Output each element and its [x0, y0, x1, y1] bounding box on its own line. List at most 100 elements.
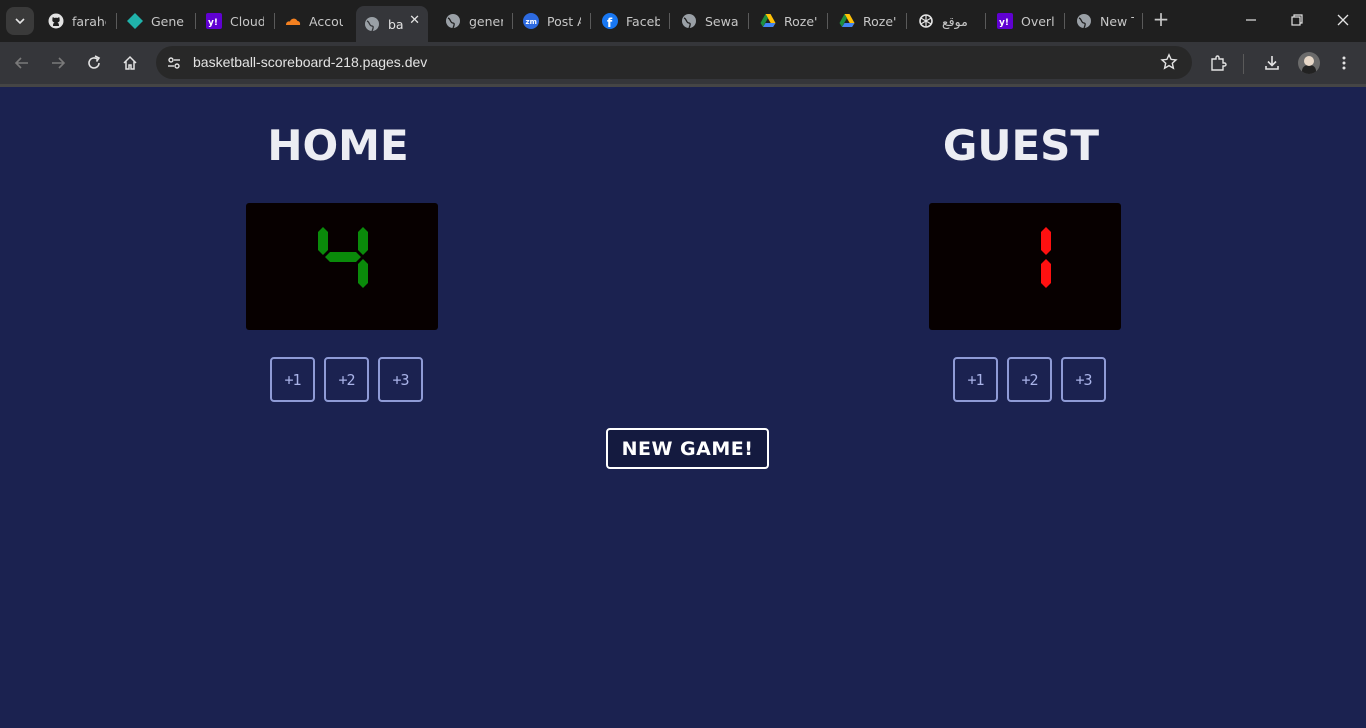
tab-title: Cloud	[230, 13, 264, 29]
guest-plus-2-button[interactable]: +2	[1007, 357, 1052, 402]
toolbar-divider	[1243, 54, 1244, 74]
browser-toolbar: basketball-scoreboard-218.pages.dev	[0, 42, 1366, 84]
tab-5[interactable]: gener	[445, 6, 503, 36]
tab-title: gener	[469, 13, 503, 29]
segment-b	[358, 227, 368, 255]
tab-8[interactable]: Sewar	[681, 6, 739, 36]
home-plus-1-button[interactable]: +1	[270, 357, 315, 402]
scoreboard-page: HOME +1 +2 +3 GUEST +1 +2 +3 NEW GAME!	[0, 87, 1366, 728]
tab-strip: farahe Gener y! Cloud Accou ba ✕ gener z…	[0, 0, 1366, 42]
svg-text:y!: y!	[208, 18, 218, 28]
segment-c	[1041, 259, 1051, 288]
tab-separator	[906, 13, 907, 29]
tab-title: New T	[1100, 13, 1134, 29]
reload-button[interactable]	[82, 51, 106, 75]
cloudflare-icon	[285, 13, 301, 29]
tab-title: Faceb	[626, 13, 660, 29]
diamond-icon	[127, 13, 143, 29]
tab-title: Gener	[151, 13, 185, 29]
openai-icon	[918, 13, 934, 29]
globe-icon	[1076, 13, 1092, 29]
tune-icon	[168, 57, 180, 69]
tab-separator	[748, 13, 749, 29]
yahoo-icon: y!	[206, 13, 222, 29]
close-window-button[interactable]	[1323, 6, 1363, 34]
minimize-button[interactable]	[1231, 6, 1271, 34]
tab-separator	[274, 13, 275, 29]
restore-icon	[1291, 14, 1303, 26]
tab-separator	[827, 13, 828, 29]
tab-12[interactable]: y! Overle	[997, 6, 1055, 36]
arrow-right-icon	[52, 57, 66, 69]
tab-4-active[interactable]: ba ✕	[356, 6, 428, 42]
tab-separator	[985, 13, 986, 29]
downloads-button[interactable]	[1260, 51, 1284, 75]
url-text[interactable]: basketball-scoreboard-218.pages.dev	[193, 54, 427, 70]
reload-icon	[88, 55, 101, 69]
tab-title: Overle	[1021, 13, 1055, 29]
back-button[interactable]	[10, 51, 34, 75]
zm-icon: zm	[523, 13, 539, 29]
home-score-display	[246, 203, 438, 330]
more-vert-icon	[1342, 56, 1346, 70]
address-bar[interactable]: basketball-scoreboard-218.pages.dev	[156, 46, 1192, 79]
segment-c	[358, 259, 368, 288]
close-icon	[1337, 14, 1349, 26]
tab-1[interactable]: Gener	[127, 6, 185, 36]
guest-score-display	[929, 203, 1121, 330]
tab-13[interactable]: New T	[1076, 6, 1134, 36]
home-icon	[123, 55, 137, 70]
site-info-button[interactable]	[162, 51, 186, 75]
extensions-button[interactable]	[1206, 51, 1230, 75]
svg-text:f: f	[607, 16, 613, 29]
tab-title: Accou	[309, 13, 343, 29]
bookmark-star-icon[interactable]	[1160, 53, 1178, 75]
tab-title: موقع	[942, 13, 968, 29]
drive-icon	[760, 13, 776, 29]
tab-separator	[1142, 13, 1143, 29]
arrow-left-icon	[14, 57, 28, 69]
tab-6[interactable]: zm Post A	[523, 6, 581, 36]
restore-button[interactable]	[1277, 6, 1317, 34]
tab-title: ba	[388, 16, 404, 32]
github-icon	[48, 13, 64, 29]
tab-search-button[interactable]	[6, 7, 34, 35]
segment-b	[1041, 227, 1051, 255]
forward-button[interactable]	[46, 51, 70, 75]
yahoo-icon: y!	[997, 13, 1013, 29]
tab-9[interactable]: Roze'	[760, 6, 818, 36]
tab-title: Roze'	[784, 13, 818, 29]
home-button[interactable]	[118, 51, 142, 75]
guest-plus-1-button[interactable]: +1	[953, 357, 998, 402]
tab-10[interactable]: Roze'	[839, 6, 897, 36]
guest-score-digit	[1041, 227, 1051, 288]
segment-f	[318, 227, 328, 255]
home-title: HOME	[267, 121, 409, 170]
tab-title: Sewar	[705, 13, 739, 29]
globe-icon	[445, 13, 461, 29]
tab-title: Roze'	[863, 13, 897, 29]
tab-11[interactable]: موقع	[918, 6, 976, 36]
tab-7[interactable]: f Faceb	[602, 6, 660, 36]
tab-2[interactable]: y! Cloud	[206, 6, 264, 36]
tab-0[interactable]: farahe	[48, 6, 106, 36]
new-game-button[interactable]: NEW GAME!	[606, 428, 769, 469]
svg-text:zm: zm	[526, 18, 537, 26]
close-icon[interactable]: ✕	[409, 13, 420, 28]
tab-separator	[116, 13, 117, 29]
globe-icon	[681, 13, 697, 29]
tab-separator	[195, 13, 196, 29]
globe-icon	[364, 16, 380, 32]
menu-button[interactable]	[1332, 51, 1356, 75]
tab-3[interactable]: Accou	[285, 6, 343, 36]
home-plus-2-button[interactable]: +2	[324, 357, 369, 402]
svg-text:y!: y!	[999, 18, 1009, 28]
home-plus-3-button[interactable]: +3	[378, 357, 423, 402]
guest-plus-3-button[interactable]: +3	[1061, 357, 1106, 402]
facebook-icon: f	[602, 13, 618, 29]
profile-avatar[interactable]	[1298, 52, 1320, 74]
segment-g	[325, 252, 361, 262]
new-tab-button[interactable]: +	[1151, 9, 1171, 30]
tab-separator	[669, 13, 670, 29]
guest-title: GUEST	[942, 121, 1100, 170]
